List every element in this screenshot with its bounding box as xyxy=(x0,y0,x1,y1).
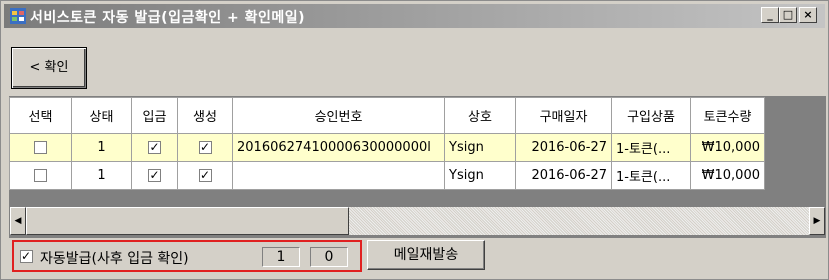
col-header-product[interactable]: 구입상품 xyxy=(611,97,691,134)
col-header-approval-no[interactable]: 승인번호 xyxy=(232,97,445,134)
window-title: 서비스토큰 자동 발급(입금확인 + 확인메일) xyxy=(30,10,305,26)
approval-no-cell xyxy=(232,161,445,190)
select-checkbox[interactable] xyxy=(34,141,47,154)
deposit-checkbox[interactable]: ✓ xyxy=(148,141,161,154)
confirm-back-button[interactable]: < 확인 xyxy=(11,47,87,89)
col-header-select[interactable]: 선택 xyxy=(9,97,72,134)
auto-issue-group: ✓ 자동발급(사후 입금 확인) 1 0 xyxy=(12,240,362,272)
count-a-field: 1 xyxy=(262,247,300,267)
grid-empty-area xyxy=(10,191,825,206)
main-window: 서비스토큰 자동 발급(입금확인 + 확인메일) _ □ × < 확인 선택 상… xyxy=(0,0,829,280)
company-cell: Ysign xyxy=(444,133,516,162)
count-b-field: 0 xyxy=(310,247,348,267)
data-grid: 선택 상태 입금 생성 승인번호 상호 구매일자 구입상품 토큰수량 1 ✓ ✓… xyxy=(9,97,765,190)
purchase-date-cell: 2016-06-27 xyxy=(515,161,612,190)
table-row[interactable]: 1 ✓ ✓ Ysign 2016-06-27 1-토큰(... ₩10,000 xyxy=(9,161,765,190)
minimize-button[interactable]: _ xyxy=(761,7,779,23)
col-header-deposit[interactable]: 입금 xyxy=(131,97,178,134)
deposit-checkbox[interactable]: ✓ xyxy=(148,169,161,182)
select-checkbox[interactable] xyxy=(34,169,47,182)
auto-issue-checkbox[interactable]: ✓ xyxy=(20,250,33,263)
grid-header-row: 선택 상태 입금 생성 승인번호 상호 구매일자 구입상품 토큰수량 xyxy=(9,97,765,134)
auto-issue-label[interactable]: 자동발급(사후 입금 확인) xyxy=(40,248,189,268)
col-header-purchase-date[interactable]: 구매일자 xyxy=(515,97,612,134)
scroll-thumb[interactable] xyxy=(26,207,349,235)
purchase-date-cell: 2016-06-27 xyxy=(515,133,612,162)
token-qty-cell: ₩10,000 xyxy=(690,133,765,162)
status-cell: 1 xyxy=(71,161,132,190)
created-checkbox[interactable]: ✓ xyxy=(198,141,212,154)
approval-no-cell: 20160627410000630000000l xyxy=(232,133,445,162)
company-cell: Ysign xyxy=(444,161,516,190)
col-header-token-qty[interactable]: 토큰수량 xyxy=(690,97,765,134)
title-bar: 서비스토큰 자동 발급(입금확인 + 확인메일) _ □ × xyxy=(4,4,825,28)
scroll-left-icon[interactable]: ◀ xyxy=(10,207,26,235)
resend-mail-button[interactable]: 메일재발송 xyxy=(367,240,485,270)
status-cell: 1 xyxy=(71,133,132,162)
col-header-status[interactable]: 상태 xyxy=(71,97,132,134)
maximize-button[interactable]: □ xyxy=(779,7,797,23)
col-header-company[interactable]: 상호 xyxy=(444,97,516,134)
table-row[interactable]: 1 ✓ ✓ 20160627410000630000000l Ysign 201… xyxy=(9,133,765,162)
app-icon xyxy=(10,8,26,24)
token-qty-cell: ₩10,000 xyxy=(690,161,765,190)
scroll-right-icon[interactable]: ▶ xyxy=(809,207,825,235)
product-cell: 1-토큰(... xyxy=(611,161,691,190)
close-button[interactable]: × xyxy=(799,7,817,23)
col-header-created[interactable]: 생성 xyxy=(177,97,233,134)
product-cell: 1-토큰(... xyxy=(611,133,691,162)
created-checkbox[interactable]: ✓ xyxy=(198,169,212,182)
horizontal-scrollbar[interactable]: ◀ ▶ xyxy=(10,207,825,235)
